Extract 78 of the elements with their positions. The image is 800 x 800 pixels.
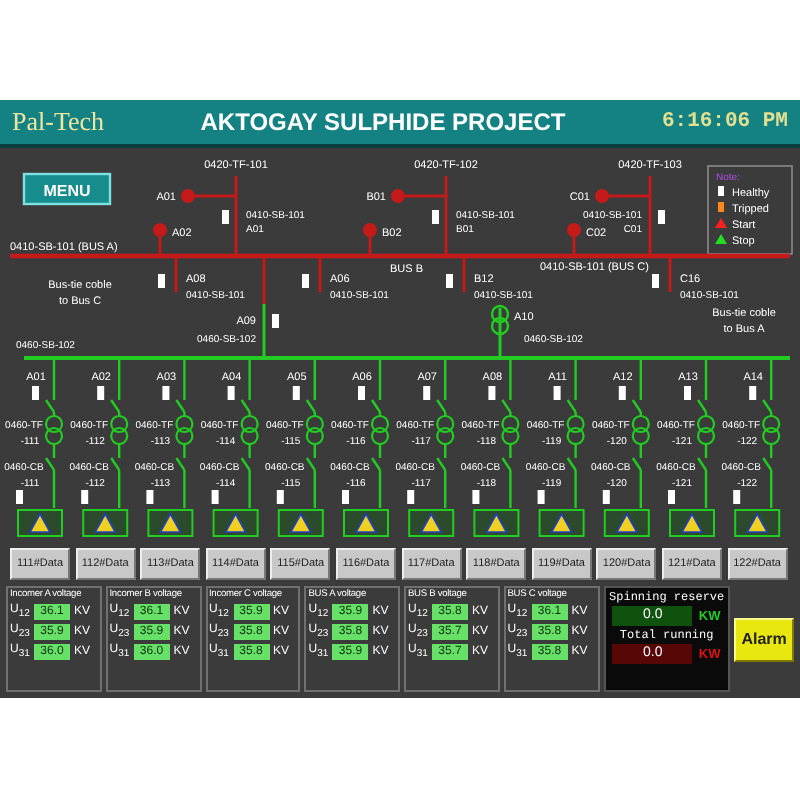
breaker-icon [363, 223, 377, 237]
transformer-icon [305, 414, 324, 446]
menu-button[interactable]: MENU [22, 172, 112, 206]
motor-warning-icon [277, 509, 324, 537]
status-indicator [618, 386, 626, 400]
status-indicator [97, 386, 105, 400]
motor-warning-icon [473, 509, 520, 537]
transformer-icon [110, 414, 129, 446]
status-indicator [423, 386, 431, 400]
incomer-line [368, 176, 448, 256]
breaker-icon [181, 189, 195, 203]
status-indicator [342, 490, 349, 504]
coupler-line [668, 256, 672, 292]
coupler-line [318, 256, 322, 292]
status-indicator [472, 490, 480, 504]
transformer-icon [44, 414, 64, 446]
breaker-icon [153, 223, 167, 237]
status-indicator [537, 490, 545, 504]
legend-frame [707, 165, 793, 255]
motor-warning-icon [734, 509, 781, 537]
transformer-icon [501, 414, 520, 446]
motor-warning-icon [212, 509, 259, 537]
status-indicator [488, 386, 496, 400]
clock-time: 6:16:06 PM [661, 110, 788, 134]
coupler-line [462, 256, 466, 292]
incomer-line [158, 176, 238, 256]
logo: Pal-Tech [12, 106, 105, 138]
transformer-icon [370, 414, 390, 446]
transformer-icon [631, 414, 650, 446]
status-indicator [222, 210, 229, 224]
breaker-icon [567, 223, 581, 237]
incomer-line [572, 176, 652, 256]
motor-warning-icon [538, 509, 585, 537]
transformer-icon [762, 414, 781, 446]
status-indicator [292, 386, 300, 400]
transformer-icon [566, 414, 585, 446]
motor-warning-icon [343, 509, 389, 537]
transformer-icon [175, 414, 194, 446]
status-indicator [407, 490, 415, 504]
alarm-button[interactable]: Alarm [734, 617, 794, 661]
transformer-icon [240, 414, 259, 446]
motor-warning-icon [603, 509, 650, 537]
status-indicator [16, 490, 23, 504]
transformer-icon [696, 414, 716, 446]
status-indicator [602, 490, 610, 504]
motor-warning-icon [17, 509, 63, 537]
status-indicator [302, 274, 309, 288]
status-indicator [652, 274, 659, 288]
status-indicator [668, 490, 675, 504]
status-indicator [553, 386, 561, 400]
transformer-icon [436, 414, 455, 446]
status-indicator [32, 386, 39, 400]
status-indicator [358, 386, 365, 400]
status-indicator [227, 386, 235, 400]
transformer-icon [490, 304, 510, 336]
status-indicator [158, 274, 165, 288]
status-indicator [211, 490, 219, 504]
motor-warning-icon [147, 509, 194, 537]
incomer-line [498, 308, 502, 358]
status-indicator [446, 274, 453, 288]
status-indicator [276, 490, 284, 504]
status-indicator [432, 210, 439, 224]
status-indicator [272, 314, 279, 328]
motor-warning-icon [669, 509, 715, 537]
status-indicator [146, 490, 154, 504]
incomer-line [262, 256, 266, 358]
breaker-icon [595, 189, 609, 203]
status-indicator [733, 490, 741, 504]
motor-warning-icon [82, 509, 129, 537]
breaker-icon [391, 189, 405, 203]
status-indicator [162, 386, 170, 400]
status-indicator [658, 210, 665, 224]
status-indicator [684, 386, 691, 400]
status-indicator [81, 490, 89, 504]
motor-warning-icon [408, 509, 455, 537]
window-title: AKTOGAY SULPHIDE PROJECT [200, 108, 566, 136]
coupler-line [174, 256, 178, 292]
status-indicator [749, 386, 757, 400]
